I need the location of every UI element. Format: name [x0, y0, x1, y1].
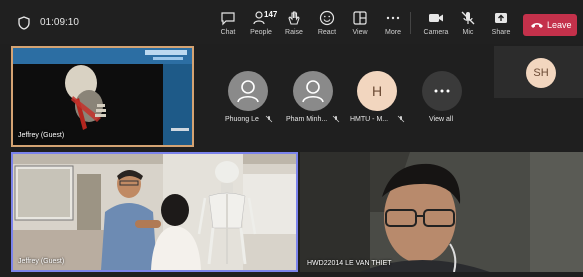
view-all-label: View all	[429, 116, 453, 123]
person-icon	[302, 80, 324, 103]
people-label: People	[250, 29, 272, 36]
phone-hangup-icon	[531, 23, 543, 28]
raise-label: Raise	[285, 29, 303, 36]
more-avatar	[422, 71, 462, 111]
call-timer: 01:09:10	[40, 17, 79, 28]
view-button[interactable]: View	[343, 10, 377, 36]
self-view-tile[interactable]: SH	[494, 46, 583, 98]
leave-button[interactable]: Leave	[523, 14, 577, 36]
avatar-initials: H	[357, 71, 397, 111]
shield-icon	[18, 16, 30, 30]
mic-off-icon	[461, 11, 475, 25]
more-label: More	[385, 29, 401, 36]
main-video-tile-left[interactable]: Jeffrey (Guest)	[11, 152, 298, 272]
mic-label: Mic	[462, 29, 474, 36]
share-icon	[495, 13, 507, 23]
more-button[interactable]: More	[376, 10, 410, 36]
smiley-icon	[319, 10, 335, 26]
shared-video-tile[interactable]: Jeffrey (Guest)	[11, 46, 194, 147]
avatar	[293, 71, 333, 111]
mic-button[interactable]: Mic	[451, 10, 485, 36]
chat-icon	[221, 12, 235, 26]
react-button[interactable]: React	[310, 10, 344, 36]
anatomy-video-frame	[13, 48, 192, 145]
participant-name: Phuong Le	[225, 116, 259, 123]
view-grid-icon	[353, 11, 367, 25]
more-dots-icon	[386, 16, 400, 20]
mic-off-icon	[332, 115, 340, 123]
avatar	[228, 71, 268, 111]
raise-hand-button[interactable]: Raise	[277, 10, 311, 36]
leave-label: Leave	[547, 20, 572, 30]
people-button[interactable]: 147 People	[244, 10, 278, 36]
participant-video-frame	[300, 152, 583, 272]
people-count: 147	[264, 10, 278, 19]
toolbar-divider	[410, 12, 411, 34]
self-avatar-initials: SH	[526, 58, 556, 88]
share-button[interactable]: Share	[484, 10, 518, 36]
meeting-toolbar: 01:09:10 Chat 147 People Raise React Vie…	[0, 0, 583, 44]
camera-label: Camera	[423, 29, 449, 36]
participant-name: Jeffrey (Guest)	[18, 132, 65, 139]
participant-name: HWD22014 LE VAN THIET	[307, 260, 392, 267]
share-label: Share	[491, 29, 511, 36]
raise-hand-icon	[288, 11, 300, 25]
camera-icon	[429, 14, 443, 22]
chat-label: Chat	[220, 29, 236, 36]
main-video-tile-right[interactable]: HWD22014 LE VAN THIET	[300, 152, 583, 272]
camera-button[interactable]: Camera	[419, 10, 453, 36]
more-dots-icon	[434, 89, 450, 93]
classroom-video-frame	[13, 154, 296, 270]
person-icon	[237, 80, 259, 103]
participant-name: Jeffrey (Guest)	[18, 258, 65, 265]
view-label: View	[352, 29, 368, 36]
react-label: React	[317, 29, 337, 36]
chat-button[interactable]: Chat	[211, 10, 245, 36]
participant-name: Pham Minh...	[286, 116, 328, 123]
participant-name: HMTU - M...	[350, 116, 389, 123]
mic-off-icon	[397, 115, 405, 123]
mic-off-icon	[265, 115, 273, 123]
